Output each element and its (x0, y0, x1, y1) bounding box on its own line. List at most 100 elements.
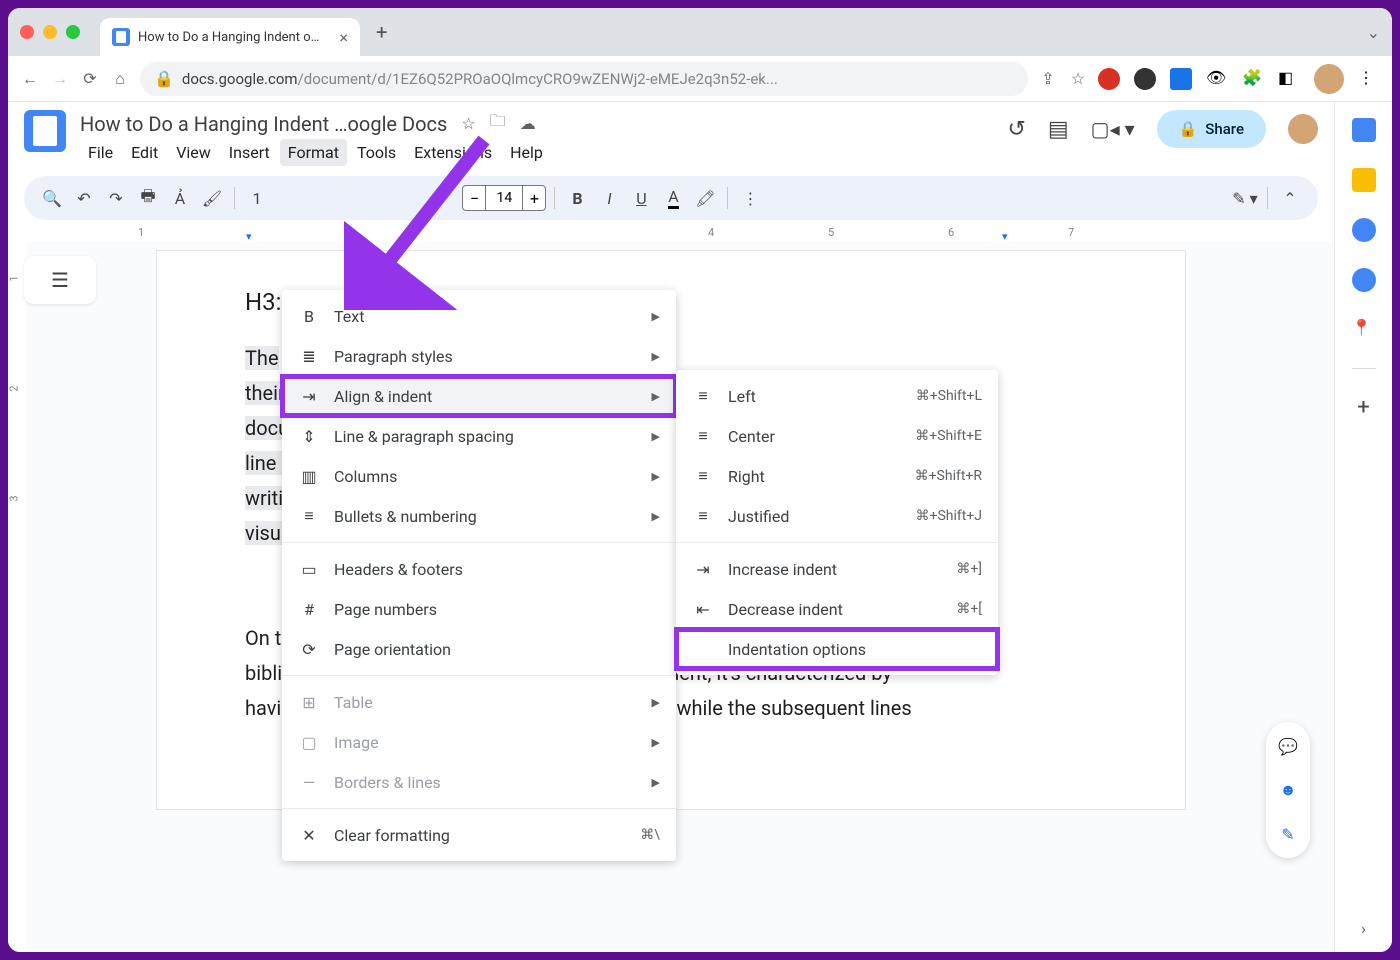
paint-format-icon[interactable]: 🖌 (198, 184, 226, 212)
menu-extensions[interactable]: Extensions (406, 139, 500, 166)
move-icon[interactable]: 🗀 (490, 110, 506, 137)
back-button[interactable]: ← (20, 69, 40, 89)
align-submenu-item[interactable]: ≡Left⌘+Shift+L (676, 376, 998, 416)
cloud-status-icon[interactable]: ☁ (520, 114, 536, 133)
spellcheck-icon[interactable]: Ả (166, 184, 194, 212)
browser-tab[interactable]: How to Do a Hanging Indent o… × (100, 18, 360, 56)
calendar-icon[interactable] (1352, 118, 1376, 142)
side-panel: 📍 + › (1334, 102, 1392, 952)
tab-title: How to Do a Hanging Indent o… (138, 30, 331, 45)
font-size-decrease[interactable]: − (462, 185, 486, 211)
forward-button[interactable]: → (50, 69, 70, 89)
menu-tools[interactable]: Tools (349, 139, 404, 166)
keep-icon[interactable] (1352, 168, 1376, 192)
menu-format[interactable]: Format (280, 139, 347, 166)
profile-avatar[interactable] (1314, 64, 1344, 94)
maximize-window[interactable] (66, 25, 80, 39)
format-menu-item[interactable]: BText▶ (282, 296, 676, 336)
zoom-dropdown[interactable]: 1 (243, 184, 271, 212)
vertical-ruler[interactable]: 123 (8, 242, 26, 952)
ext-icon-2[interactable] (1134, 68, 1156, 90)
document-title[interactable]: How to Do a Hanging Indent …oogle Docs (80, 112, 447, 136)
share-button[interactable]: 🔒 Share (1157, 110, 1266, 148)
menu-insert[interactable]: Insert (221, 139, 278, 166)
contacts-icon[interactable] (1352, 268, 1376, 292)
horizontal-ruler[interactable]: 1 4 5 6 7 ▾ ▾ (8, 224, 1334, 242)
format-menu-item[interactable]: ⇕Line & paragraph spacing▶ (282, 416, 676, 456)
ext-icon-3[interactable] (1170, 68, 1192, 90)
comments-icon[interactable]: ▤ (1048, 117, 1069, 142)
sidepanel-icon[interactable]: ◧ (1278, 68, 1300, 90)
outline-button[interactable]: ☰ (24, 256, 96, 304)
print-icon[interactable]: 🖶 (134, 184, 162, 212)
share-icon[interactable]: ⇪ (1038, 69, 1058, 89)
floating-comment-tools: 💬 ☻ ✎ (1266, 722, 1310, 858)
menu-view[interactable]: View (168, 139, 219, 166)
suggest-edit-icon[interactable]: ✎ (1274, 820, 1302, 848)
underline-icon[interactable]: U (627, 184, 655, 212)
maps-icon[interactable]: 📍 (1352, 318, 1376, 342)
align-submenu-item[interactable]: ⇤Decrease indent⌘+[ (676, 589, 998, 629)
format-menu-item[interactable]: ▭Headers & footers (282, 549, 676, 589)
tasks-icon[interactable] (1352, 218, 1376, 242)
close-window[interactable] (20, 25, 34, 39)
docs-logo[interactable] (24, 110, 66, 152)
align-submenu-item[interactable]: ≡Center⌘+Shift+E (676, 416, 998, 456)
extensions-icon[interactable]: 🧩 (1242, 68, 1264, 90)
bookmark-icon[interactable]: ☆ (1068, 69, 1088, 89)
ext-icon-4[interactable]: 👁 (1206, 68, 1228, 90)
add-comment-icon[interactable]: 💬 (1274, 732, 1302, 760)
browser-tab-bar: How to Do a Hanging Indent o… × + ⌄ (8, 8, 1392, 56)
emoji-reaction-icon[interactable]: ☻ (1274, 776, 1302, 804)
format-menu-item[interactable]: ▥Columns▶ (282, 456, 676, 496)
bold-icon[interactable]: B (563, 184, 591, 212)
highlight-icon[interactable]: 🖍 (691, 184, 719, 212)
star-icon[interactable]: ☆ (461, 114, 475, 133)
align-submenu-item[interactable]: Indentation options (676, 629, 998, 669)
align-submenu-item[interactable]: ≡Justified⌘+Shift+J (676, 496, 998, 536)
italic-icon[interactable]: I (595, 184, 623, 212)
minimize-window[interactable] (43, 25, 57, 39)
editing-mode-icon[interactable]: ✎ ▾ (1231, 184, 1259, 212)
url-field[interactable]: 🔒 docs.google.com/document/d/1EZ6Q52PROa… (140, 62, 1028, 96)
search-icon[interactable]: 🔍 (38, 184, 66, 212)
new-tab-button[interactable]: + (368, 20, 395, 44)
font-size-value[interactable]: 14 (486, 185, 522, 211)
menu-edit[interactable]: Edit (123, 139, 166, 166)
collapse-toolbar-icon[interactable]: ⌃ (1276, 184, 1304, 212)
close-tab-icon[interactable]: × (339, 28, 348, 47)
user-avatar[interactable] (1288, 114, 1318, 144)
format-menu-item[interactable]: ▢Image▶ (282, 722, 676, 762)
format-menu-item[interactable]: ⇥Align & indent▶ (282, 376, 676, 416)
browser-menu-icon[interactable]: ⋮ (1358, 68, 1380, 90)
ublock-icon[interactable] (1098, 68, 1120, 90)
lock-icon: 🔒 (154, 69, 174, 88)
redo-icon[interactable]: ↷ (102, 184, 130, 212)
format-menu-item[interactable]: ⊞Table▶ (282, 682, 676, 722)
format-menu-item[interactable]: ✕Clear formatting⌘\ (282, 815, 676, 855)
format-menu: BText▶≣Paragraph styles▶⇥Align & indent▶… (282, 290, 676, 861)
home-button[interactable]: ⌂ (110, 69, 130, 89)
menu-help[interactable]: Help (502, 139, 551, 166)
menu-bar: File Edit View Insert Format Tools Exten… (80, 139, 1007, 166)
more-icon[interactable]: ⋮ (736, 184, 764, 212)
tabs-dropdown-icon[interactable]: ⌄ (1367, 23, 1380, 42)
reload-button[interactable]: ⟳ (80, 69, 100, 89)
window-controls (20, 25, 80, 39)
font-size-control: − 14 + (462, 185, 546, 211)
meet-icon[interactable]: ▢◂ ▾ (1091, 117, 1135, 141)
menu-file[interactable]: File (80, 139, 121, 166)
undo-icon[interactable]: ↶ (70, 184, 98, 212)
format-menu-item[interactable]: ≣Paragraph styles▶ (282, 336, 676, 376)
add-addon-icon[interactable]: + (1352, 395, 1376, 419)
format-menu-item[interactable]: —Borders & lines▶ (282, 762, 676, 802)
format-menu-item[interactable]: #Page numbers (282, 589, 676, 629)
text-color-icon[interactable]: A (659, 184, 687, 212)
align-submenu-item[interactable]: ≡Right⌘+Shift+R (676, 456, 998, 496)
history-icon[interactable]: ↺ (1007, 117, 1025, 142)
hide-panel-icon[interactable]: › (1361, 919, 1366, 938)
format-menu-item[interactable]: ⟳Page orientation (282, 629, 676, 669)
format-menu-item[interactable]: ≡Bullets & numbering▶ (282, 496, 676, 536)
font-size-increase[interactable]: + (522, 185, 546, 211)
align-submenu-item[interactable]: ⇥Increase indent⌘+] (676, 549, 998, 589)
